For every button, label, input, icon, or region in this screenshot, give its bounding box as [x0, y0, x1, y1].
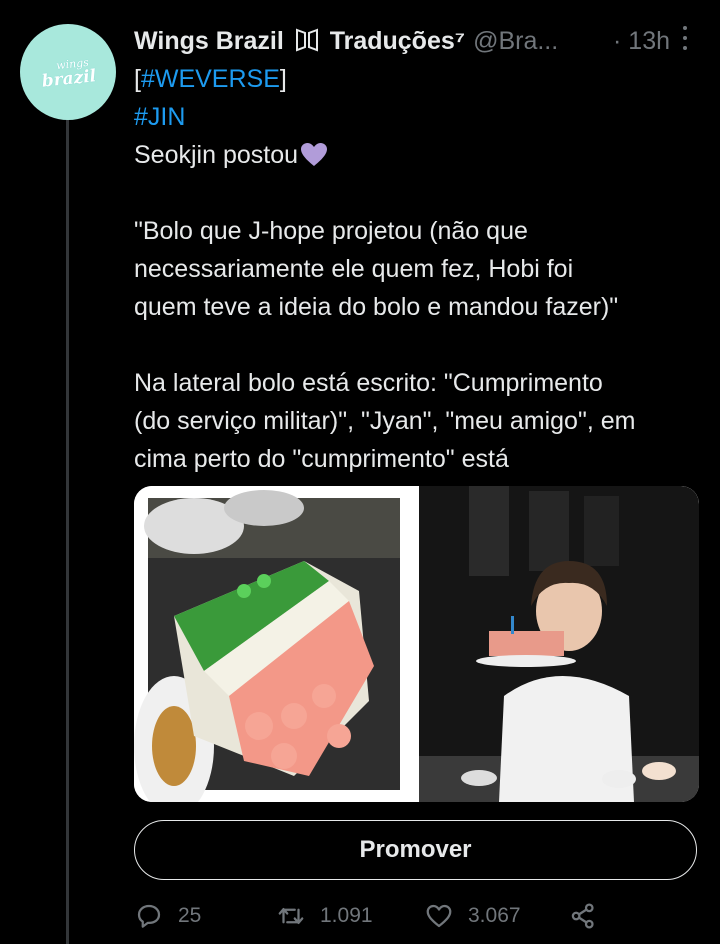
avatar-logo: wings brazil — [40, 55, 97, 92]
text-line — [134, 174, 704, 212]
media-grid — [134, 486, 699, 802]
retweet-icon — [278, 908, 304, 924]
purple-heart-icon — [301, 143, 328, 166]
tweet-actions: 25 1.091 3.067 — [134, 898, 704, 934]
like-button[interactable]: 3.067 — [424, 898, 521, 934]
retweet-button[interactable]: 1.091 — [276, 898, 373, 934]
text-line: [#WEVERSE] — [134, 65, 287, 93]
retweet-count: 1.091 — [320, 904, 373, 927]
reply-icon — [137, 904, 161, 928]
like-count: 3.067 — [468, 904, 521, 927]
text-line: Na lateral bolo está escrito: "Cumprimen… — [134, 369, 603, 397]
tweet-text: [#WEVERSE] #JIN Seokjin postou "Bolo que… — [134, 60, 704, 478]
tweet-header: Wings Brazil Traduções⁷ @Bra... · 13h — [134, 24, 704, 58]
text-line: "Bolo que J-hope projetou (não que — [134, 217, 528, 245]
timestamp[interactable]: · 13h — [613, 27, 670, 56]
reply-count: 25 — [178, 904, 202, 927]
promote-button[interactable]: Promover — [134, 820, 697, 880]
hashtag-jin[interactable]: #JIN — [134, 103, 185, 131]
thread-line — [66, 118, 69, 944]
share-button[interactable] — [568, 898, 598, 934]
jin-with-cake-photo[interactable] — [419, 486, 699, 802]
text-line: quem teve a ideia do bolo e mandou fazer… — [134, 293, 619, 321]
text-line — [134, 326, 704, 364]
text-line: (do serviço militar)", "Jyan", "meu amig… — [134, 407, 636, 435]
avatar[interactable]: wings brazil — [20, 24, 116, 120]
bts-logo-icon — [295, 28, 318, 51]
text-line: cima perto do "cumprimento" está — [134, 445, 509, 473]
author-name[interactable]: Wings Brazil Traduções⁷ — [134, 27, 465, 56]
more-icon[interactable] — [680, 26, 690, 50]
hashtag-weverse[interactable]: #WEVERSE — [141, 65, 280, 93]
author-handle[interactable]: @Bra... — [473, 27, 558, 56]
reply-button[interactable]: 25 — [134, 898, 201, 934]
text-line: necessariamente ele quem fez, Hobi foi — [134, 255, 574, 283]
share-icon — [571, 903, 594, 929]
cake-photo-left[interactable] — [134, 486, 414, 802]
text-line: #JIN — [134, 98, 704, 136]
text-line: Seokjin postou — [134, 136, 704, 174]
like-icon — [426, 904, 452, 928]
